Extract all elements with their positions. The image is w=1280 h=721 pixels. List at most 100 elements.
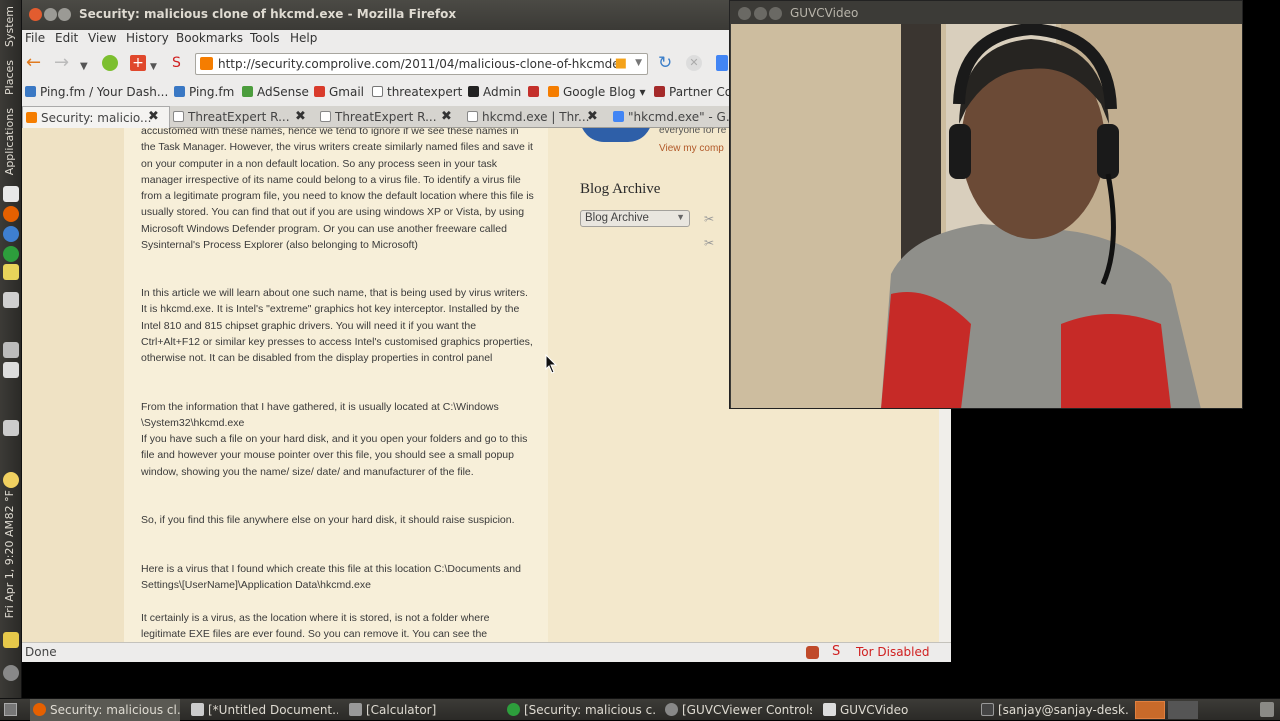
system-menu[interactable]: System bbox=[3, 6, 16, 47]
mail-icon[interactable] bbox=[3, 362, 19, 378]
minimize-window-button[interactable] bbox=[44, 8, 57, 21]
forward-icon[interactable]: → bbox=[54, 54, 69, 72]
menu-tools[interactable]: Tools bbox=[250, 31, 280, 45]
bookmark-label: Ping.fm / Your Dash... bbox=[40, 85, 169, 99]
youtube-icon bbox=[528, 86, 539, 97]
bookmark-pingfm-dashboard[interactable]: Ping.fm / Your Dash... bbox=[25, 85, 168, 99]
article-paragraph: If you have such a file on your hard dis… bbox=[141, 433, 528, 478]
tab-threatexpert-2[interactable]: ThreatExpert R... bbox=[317, 106, 443, 128]
admin-icon bbox=[468, 86, 479, 97]
show-desktop-icon[interactable] bbox=[4, 703, 17, 716]
bookmark-label: AdSense bbox=[257, 85, 309, 99]
search-engine-icon[interactable] bbox=[716, 55, 728, 71]
task-label: [Security: malicious c... bbox=[524, 703, 656, 717]
tor-status[interactable]: Tor Disabled bbox=[856, 645, 930, 659]
applications-menu[interactable]: Applications bbox=[3, 108, 16, 175]
weather-temp: 82 °F bbox=[3, 490, 16, 520]
task-chrome[interactable]: [Security: malicious c... bbox=[504, 699, 656, 721]
blogger-icon bbox=[26, 112, 37, 123]
power-applet-icon[interactable] bbox=[3, 420, 19, 436]
workspace-switcher[interactable] bbox=[1168, 701, 1198, 719]
bookmark-pingfm[interactable]: Ping.fm bbox=[174, 85, 234, 99]
menu-help[interactable]: Help bbox=[290, 31, 317, 45]
addon-icon[interactable] bbox=[806, 646, 819, 659]
menu-edit[interactable]: Edit bbox=[55, 31, 78, 45]
url-dropdown-icon[interactable]: ▼ bbox=[635, 58, 642, 68]
article-paragraph: In this article we will learn about one … bbox=[141, 287, 533, 365]
places-menu[interactable]: Places bbox=[3, 60, 16, 95]
threatexpert-icon bbox=[467, 111, 478, 122]
shutdown-icon[interactable] bbox=[3, 665, 19, 681]
tab-threatexpert-1[interactable]: ThreatExpert R... bbox=[170, 106, 296, 128]
stumble-icon[interactable]: S bbox=[832, 644, 840, 659]
status-text: Done bbox=[25, 645, 57, 659]
workspace-switcher-active[interactable] bbox=[1135, 701, 1165, 719]
tab-close-icon[interactable]: ✖ bbox=[441, 109, 452, 124]
menu-bookmarks[interactable]: Bookmarks bbox=[176, 31, 243, 45]
tab-label: Security: malicio... bbox=[41, 111, 152, 125]
bookmark-admin[interactable]: Admin bbox=[468, 85, 521, 99]
terminal-icon bbox=[981, 703, 994, 716]
article-paragraph: So, if you find this file anywhere else … bbox=[141, 514, 515, 526]
tab-close-icon[interactable]: ✖ bbox=[295, 109, 306, 124]
app-icon[interactable] bbox=[3, 264, 19, 280]
bookmark-label: Partner Co bbox=[669, 85, 733, 99]
tab-hkcmd-google[interactable]: "hkcmd.exe" - G... bbox=[610, 106, 730, 128]
menu-file[interactable]: File bbox=[25, 31, 45, 45]
blog-archive-select[interactable]: Blog Archive ▼ bbox=[580, 210, 690, 227]
bookmark-threatexpert[interactable]: threatexpert bbox=[372, 85, 462, 99]
back-icon[interactable]: ← bbox=[26, 54, 41, 72]
add-icon[interactable]: + bbox=[130, 55, 146, 71]
menu-view[interactable]: View bbox=[88, 31, 116, 45]
tab-close-icon[interactable]: ✖ bbox=[587, 109, 598, 124]
globe-image bbox=[580, 128, 652, 142]
weather-icon bbox=[3, 472, 19, 488]
site-favicon-icon bbox=[200, 57, 213, 70]
minimize-window-button[interactable] bbox=[754, 7, 767, 20]
wrench-icon[interactable]: ✂ bbox=[704, 212, 714, 226]
left-margin bbox=[22, 128, 124, 642]
add-dropdown-icon[interactable]: ▼ bbox=[150, 59, 157, 75]
bookmark-partner[interactable]: Partner Co bbox=[654, 85, 732, 99]
bookmark-gmail[interactable]: Gmail bbox=[314, 85, 364, 99]
close-window-button[interactable] bbox=[738, 7, 751, 20]
task-guvcviewer-controls[interactable]: [GUVCViewer Controls] bbox=[662, 699, 812, 721]
volume-icon[interactable] bbox=[3, 342, 19, 358]
task-firefox[interactable]: Security: malicious cl... bbox=[30, 699, 180, 721]
history-dropdown-icon[interactable]: ▼ bbox=[80, 59, 88, 75]
url-bar[interactable]: http://security.comprolive.com/2011/04/m… bbox=[195, 53, 648, 75]
rss-icon[interactable]: ■ bbox=[615, 56, 627, 71]
chrome-icon bbox=[507, 703, 520, 716]
reload-addon-icon[interactable] bbox=[102, 55, 118, 71]
task-text-editor[interactable]: [*Untitled Document... bbox=[188, 699, 338, 721]
tab-label: ThreatExpert R... bbox=[188, 110, 290, 124]
calculator-icon[interactable] bbox=[3, 292, 19, 308]
maximize-window-button[interactable] bbox=[58, 8, 71, 21]
bookmark-adsense[interactable]: AdSense bbox=[242, 85, 309, 99]
tab-label: ThreatExpert R... bbox=[335, 110, 437, 124]
network-icon[interactable] bbox=[3, 186, 19, 202]
stop-icon[interactable]: ✕ bbox=[686, 55, 702, 71]
menu-history[interactable]: History bbox=[126, 31, 169, 45]
article: accustomed with these names, hence we te… bbox=[124, 128, 548, 642]
stumble-icon[interactable]: S bbox=[172, 55, 181, 71]
clock[interactable]: Fri Apr 1, 9:20 AM bbox=[3, 520, 16, 618]
wrench-icon[interactable]: ✂ bbox=[704, 236, 714, 250]
notes-icon[interactable] bbox=[3, 632, 19, 648]
trash-icon[interactable] bbox=[1260, 702, 1274, 717]
bookmark-youtube[interactable] bbox=[528, 85, 543, 99]
task-calculator[interactable]: [Calculator] bbox=[346, 699, 496, 721]
firefox-icon[interactable] bbox=[3, 206, 19, 222]
bookmark-google-blog[interactable]: Google Blog ▾ bbox=[548, 85, 646, 99]
task-terminal[interactable]: [sanjay@sanjay-desk... bbox=[978, 699, 1128, 721]
close-window-button[interactable] bbox=[29, 8, 42, 21]
reload-icon[interactable]: ↻ bbox=[658, 55, 672, 72]
tab-hkcmd-threat[interactable]: hkcmd.exe | Thr... bbox=[464, 106, 590, 128]
maximize-window-button[interactable] bbox=[769, 7, 782, 20]
chrome-icon[interactable] bbox=[3, 246, 19, 262]
view-profile-link[interactable]: View my comp bbox=[659, 143, 724, 154]
help-icon[interactable] bbox=[3, 226, 19, 242]
url-text[interactable]: http://security.comprolive.com/2011/04/m… bbox=[218, 57, 620, 71]
task-guvcvideo[interactable]: GUVCVideo bbox=[820, 699, 970, 721]
tab-close-icon[interactable]: ✖ bbox=[148, 109, 159, 124]
